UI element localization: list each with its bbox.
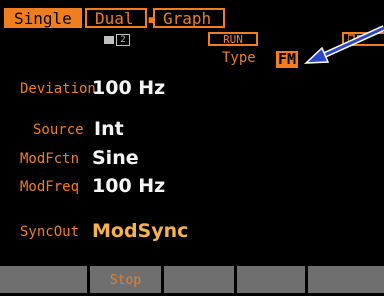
channel-indicator-bar <box>104 36 114 44</box>
softkey-3[interactable] <box>164 266 234 293</box>
softkey-stop[interactable]: Stop <box>90 266 161 293</box>
annotation-arrow-icon <box>304 25 384 64</box>
run-indicator: RUN <box>208 32 258 46</box>
modfreq-value[interactable]: 100 Hz <box>92 175 165 197</box>
softkey-5[interactable] <box>308 266 384 293</box>
modfctn-label: ModFctn <box>20 151 80 167</box>
tab-single[interactable]: Single <box>4 8 82 28</box>
channel-number: 2 <box>116 34 130 46</box>
syncout-label: SyncOut <box>20 224 80 240</box>
deviation-label: Deviation <box>20 81 96 97</box>
softkey-bar: Stop <box>0 266 384 293</box>
tab-graph[interactable]: Graph <box>153 8 225 28</box>
source-label: Source <box>33 122 84 138</box>
tab-dual[interactable]: Dual <box>85 8 147 28</box>
deviation-value[interactable]: 100 Hz <box>92 77 165 99</box>
source-value[interactable]: Int <box>94 118 124 140</box>
softkey-1[interactable] <box>0 266 87 293</box>
modfreq-label: ModFreq <box>20 179 80 195</box>
syncout-value[interactable]: ModSync <box>92 220 188 242</box>
channel-indicator: 2 <box>104 34 132 46</box>
type-label: Type <box>222 50 256 66</box>
type-value[interactable]: FM <box>276 51 298 68</box>
softkey-4[interactable] <box>237 266 305 293</box>
fg-display-screen: Single Dual ▪ Graph 2 RUN Type FM Deviat… <box>0 0 384 293</box>
modfctn-value[interactable]: Sine <box>92 147 139 169</box>
